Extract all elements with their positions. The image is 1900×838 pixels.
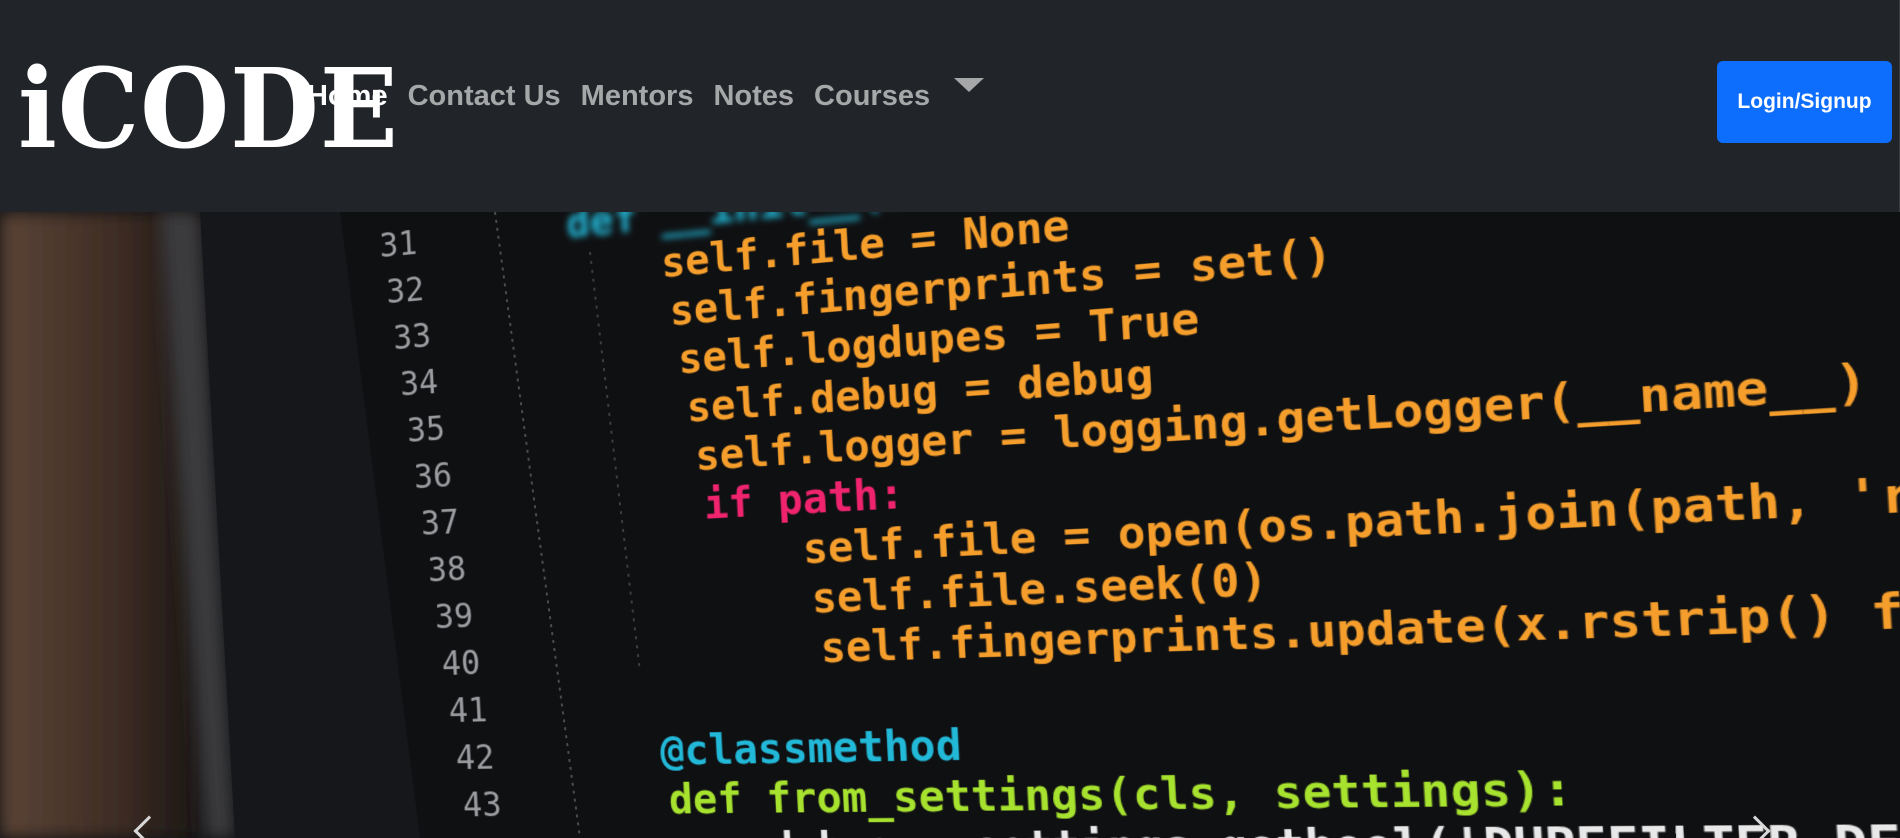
nav-item-courses[interactable]: Courses [814,80,930,113]
line-number: 41 [447,690,489,731]
line-number: 40 [440,643,482,685]
line-number: 35 [406,409,446,451]
line-number: 34 [399,362,439,405]
line-number: 42 [454,737,496,779]
page: iCODE Home Contact Us Mentors Notes Cour… [0,0,1900,838]
hero-carousel: 31 32 33 34 35 36 37 38 39 40 41 42 43 d… [0,212,1900,838]
nav-item-contact-us[interactable]: Contact Us [408,80,561,113]
nav-links: Home Contact Us Mentors Notes Courses [307,77,985,113]
nav-item-notes[interactable]: Notes [713,80,794,113]
line-number: 36 [413,455,454,498]
nav-item-home[interactable]: Home [307,80,388,113]
code-editor-image: 31 32 33 34 35 36 37 38 39 40 41 42 43 d… [48,212,1900,838]
chevron-down-icon[interactable] [954,77,985,92]
line-number: 43 [461,785,503,826]
line-number: 37 [419,502,461,544]
code-line: @classmethod [659,721,963,775]
carousel-prev-button[interactable] [126,812,166,838]
login-signup-button[interactable]: Login/Signup [1717,61,1892,143]
line-number: 39 [433,596,475,638]
chevron-right-icon [1739,815,1771,838]
line-number: 31 [378,223,419,267]
line-number: 38 [426,549,468,591]
chevron-left-icon [133,815,165,838]
nav-item-mentors[interactable]: Mentors [581,80,694,113]
navbar: iCODE Home Contact Us Mentors Notes Cour… [0,0,1900,212]
carousel-next-button[interactable] [1739,812,1782,838]
line-number: 33 [392,316,433,359]
line-number: 32 [385,269,426,313]
code-line: if path: [702,470,906,529]
